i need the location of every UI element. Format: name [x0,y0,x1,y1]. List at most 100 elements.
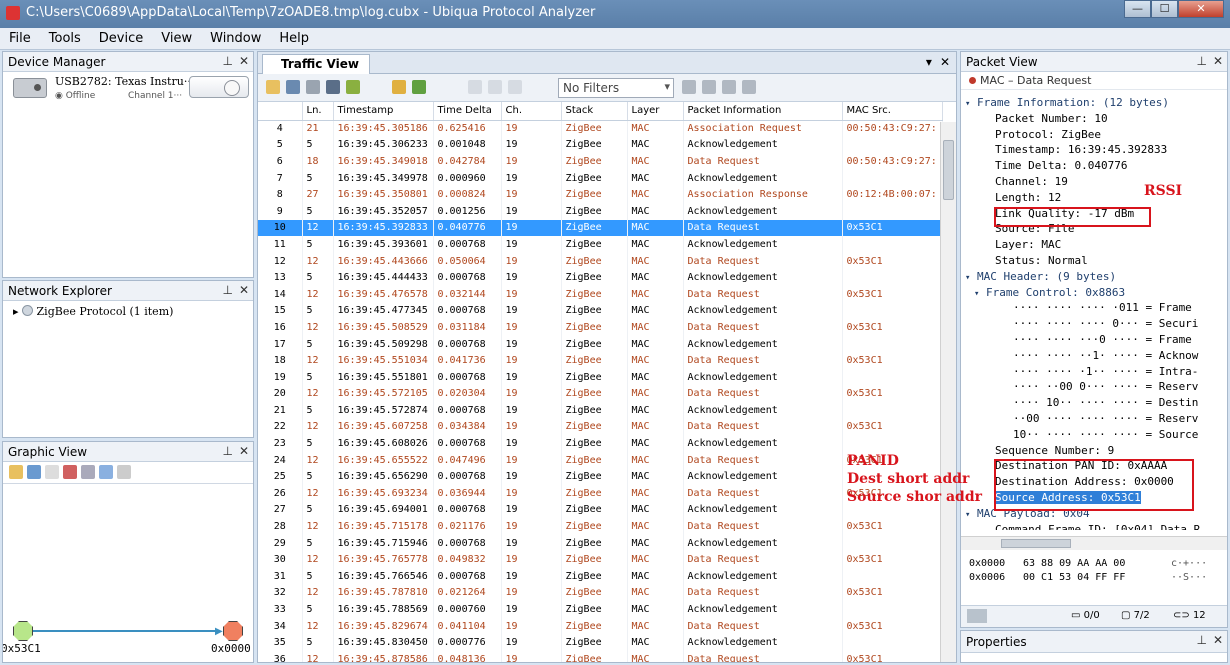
pin-icon[interactable]: ⊥ [222,54,232,68]
open-file-icon[interactable] [266,80,280,94]
table-row[interactable]: 15 5 16:39:45.477345 0.000768 19 ZigBee MAC Ack… [258,302,943,320]
close-icon[interactable]: ✕ [239,54,249,68]
table-row[interactable]: 33 5 16:39:45.788569 0.000760 19 ZigBee MAC Ack… [258,601,943,618]
table-row[interactable]: 8 27 16:39:45.350801 0.000824 19 ZigBee MAC Ass… [258,186,943,203]
table-row[interactable]: 32 12 16:39:45.787810 0.021264 19 ZigBee MAC Da… [258,584,943,602]
menu-file[interactable]: File [0,28,40,49]
table-row[interactable]: 22 12 16:39:45.607258 0.034384 19 ZigBee MAC Da… [258,418,943,436]
table-row[interactable]: 7 5 16:39:45.349978 0.000960 19 ZigBee MAC Ackn… [258,169,943,187]
tree-field[interactable]: 10·· ···· ···· ···· = Source [965,428,1227,444]
table-row[interactable]: 31 5 16:39:45.766546 0.000768 19 ZigBee MAC Ack… [258,568,943,585]
filter-add-icon[interactable] [702,80,716,94]
device-connect-toggle[interactable] [189,76,249,98]
table-row[interactable]: 10 12 16:39:45.392833 0.040776 19 ZigBee MAC Da… [258,219,943,237]
open-icon[interactable] [9,465,23,479]
table-row[interactable]: 17 5 16:39:45.509298 0.000768 19 ZigBee MAC Ack… [258,335,943,353]
dropdown-icon[interactable]: ▾ [926,55,932,69]
forward-icon[interactable] [508,80,522,94]
close-button[interactable]: ✕ [1178,0,1224,18]
filter-edit-icon[interactable] [722,80,736,94]
menu-help[interactable]: Help [270,28,318,49]
close-icon[interactable]: ✕ [1213,633,1223,647]
pin-icon[interactable]: ⊥ [222,283,232,297]
table-row[interactable]: 28 12 16:39:45.715178 0.021176 19 ZigBee MAC Da… [258,518,943,535]
dropdown-icon[interactable] [967,609,987,623]
tree-field[interactable]: Status: Normal [965,254,1227,270]
table-row[interactable]: 35 5 16:39:45.830450 0.000776 19 ZigBee MAC Ack… [258,634,943,651]
capture-icon[interactable] [346,80,360,94]
table-row[interactable]: 30 12 16:39:45.765778 0.049832 19 ZigBee MAC Da… [258,551,943,569]
tree-field[interactable]: Time Delta: 0.040776 [965,159,1227,175]
table-row[interactable]: 11 5 16:39:45.393601 0.000768 19 ZigBee MAC Ack… [258,236,943,253]
table-row[interactable]: 27 5 16:39:45.694001 0.000768 19 ZigBee MAC Ack… [258,501,943,519]
hscroll-thumb[interactable] [1001,539,1071,548]
expand-icon[interactable]: ▾ [974,289,986,299]
menu-device[interactable]: Device [90,28,152,49]
col-packet-info[interactable]: Packet Information [683,102,843,121]
tree-field[interactable]: Sequence Number: 9 [965,444,1227,460]
tree-node[interactable]: ▾ Frame Information: (12 bytes) [965,96,1227,112]
pointer-icon[interactable] [45,465,59,479]
tree-field[interactable]: ···· ··00 0··· ···· = Reserv [965,380,1227,396]
maximize-button[interactable]: ☐ [1151,0,1178,18]
close-icon[interactable]: ✕ [239,283,249,297]
table-row[interactable]: 24 12 16:39:45.655522 0.047496 19 ZigBee MAC Da… [258,451,943,469]
minimize-button[interactable]: — [1124,0,1151,18]
table-row[interactable]: 13 5 16:39:45.444433 0.000768 19 ZigBee MAC Ack… [258,269,943,286]
table-row[interactable]: 6 18 16:39:45.349018 0.042784 19 ZigBee MAC Dat… [258,153,943,170]
tree-field[interactable]: Timestamp: 16:39:45.392833 [965,143,1227,159]
table-row[interactable]: 4 21 16:39:45.305186 0.625416 19 ZigBee MAC Ass… [258,120,943,137]
network-icon[interactable] [81,465,95,479]
layout-icon[interactable] [63,465,77,479]
table-row[interactable]: 29 5 16:39:45.715946 0.000768 19 ZigBee MAC Ack… [258,534,943,552]
save-icon[interactable] [27,465,41,479]
menu-tools[interactable]: Tools [40,28,90,49]
clear-icon[interactable] [468,80,482,94]
pin-icon[interactable]: ⊥ [1196,633,1206,647]
view-icon[interactable] [99,465,113,479]
print-icon[interactable] [326,80,340,94]
col-layer[interactable]: Layer [627,102,684,121]
tree-field[interactable]: ···· 10·· ···· ···· = Destin [965,396,1227,412]
device-row[interactable]: USB2782: Texas Instru··· ◉ Offline Chann… [3,72,253,106]
table-row[interactable]: 18 12 16:39:45.551034 0.041736 19 ZigBee MAC Da… [258,352,943,369]
scroll-thumb[interactable] [943,140,954,200]
table-row[interactable]: 12 12 16:39:45.443666 0.050064 19 ZigBee MAC Da… [258,252,943,270]
col-mac-src[interactable]: MAC Src. [842,102,943,121]
pin-icon[interactable]: ⊥ [1196,54,1206,68]
tree-field[interactable]: ···· ···· ···· 0··· = Securi [965,317,1227,333]
tree-field[interactable]: ···· ···· ··1· ···· = Acknow [965,349,1227,365]
tree-field[interactable]: ···· ···· ·1·· ···· = Intra- [965,365,1227,381]
settings-icon[interactable] [412,80,426,94]
table-row[interactable]: 25 5 16:39:45.656290 0.000768 19 ZigBee MAC Ack… [258,468,943,486]
tree-field[interactable]: Protocol: ZigBee [965,128,1227,144]
expand-icon[interactable]: ▾ [965,99,977,109]
decode-icon[interactable] [392,80,406,94]
col-timestamp[interactable]: Timestamp [333,102,434,121]
col-stack[interactable]: Stack [561,102,628,121]
table-row[interactable]: 9 5 16:39:45.352057 0.001256 19 ZigBee MAC Ackn… [258,202,943,220]
table-row[interactable]: 36 12 16:39:45.878586 0.048136 19 ZigBee MAC Da… [258,651,943,662]
tree-item-zigbee[interactable]: ▸ ZigBee Protocol (1 item) [3,301,253,318]
col-time-delta[interactable]: Time Delta [433,102,502,121]
tree-field[interactable]: Length: 12 [965,191,1227,207]
expand-icon[interactable]: ▾ [965,273,977,283]
expand-icon[interactable]: ▾ [965,510,977,520]
menu-window[interactable]: Window [201,28,270,49]
tree-field[interactable]: Layer: MAC [965,238,1227,254]
tree-node[interactable]: ▾ Frame Control: 0x8863 [965,286,1227,302]
back-icon[interactable] [488,80,502,94]
traffic-scrollbar[interactable] [940,122,956,662]
zoom-icon[interactable] [117,465,131,479]
node-end-device-icon[interactable] [13,621,33,641]
tree-field[interactable]: ··00 ···· ···· ···· = Reserv [965,412,1227,428]
table-row[interactable]: 19 5 16:39:45.551801 0.000768 19 ZigBee MAC Ack… [258,368,943,386]
filter-remove-icon[interactable] [742,80,756,94]
node-coordinator-icon[interactable] [223,621,243,641]
tree-field[interactable]: Packet Number: 10 [965,112,1227,128]
table-row[interactable]: 26 12 16:39:45.693234 0.036944 19 ZigBee MAC Da… [258,485,943,502]
table-row[interactable]: 23 5 16:39:45.608026 0.000768 19 ZigBee MAC Ack… [258,435,943,452]
menu-view[interactable]: View [152,28,201,49]
pin-icon[interactable]: ⊥ [222,444,232,458]
table-row[interactable]: 21 5 16:39:45.572874 0.000768 19 ZigBee MAC Ack… [258,402,943,419]
